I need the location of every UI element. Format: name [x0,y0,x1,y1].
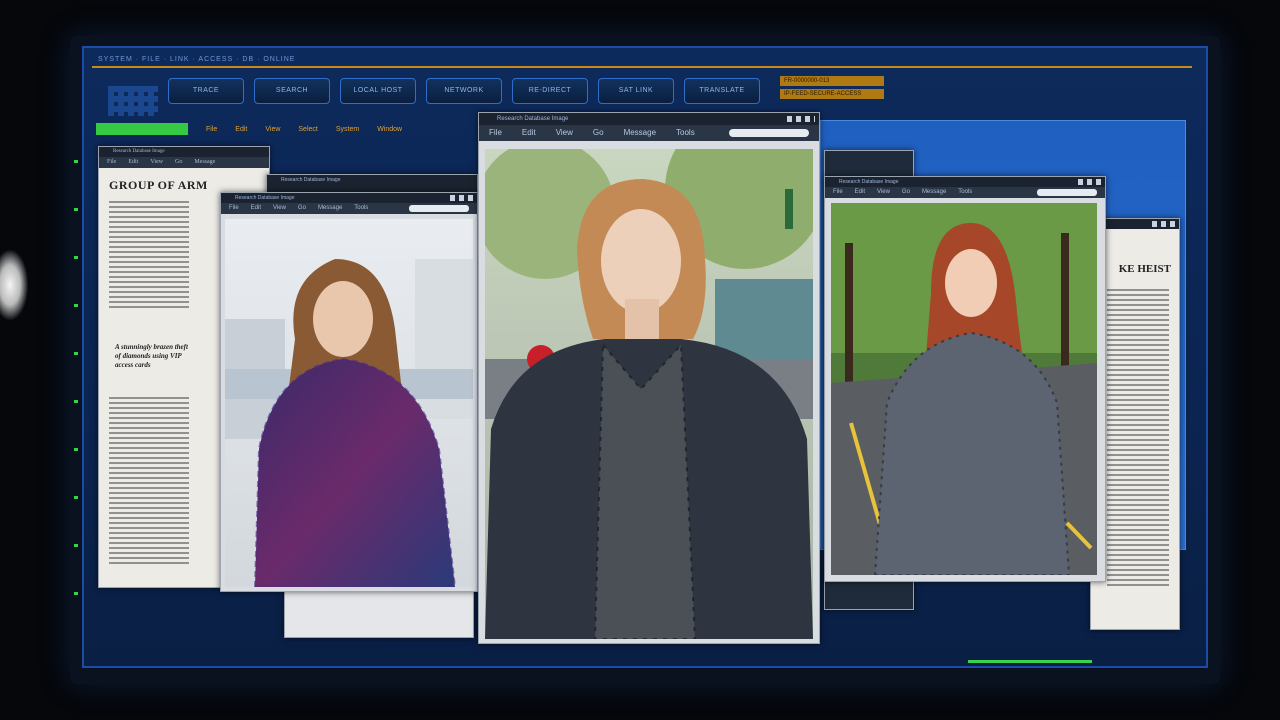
search-input[interactable] [729,129,809,137]
search-input[interactable] [1037,189,1097,196]
light-glare [0,250,28,320]
menu-file[interactable]: File [107,157,116,168]
window-menu: File Edit View Go Message Tools [825,187,1105,198]
sat-link-button[interactable]: SAT LINK [598,78,674,104]
menu-view[interactable]: View [556,125,573,141]
text-column [1107,289,1169,589]
window-titlebar[interactable]: Research Database Image [479,113,819,125]
woman-sweater-image [225,219,473,587]
menu-edit[interactable]: Edit [128,157,138,168]
window-menu: File Edit View Go Message Tools [479,125,819,141]
menu-go[interactable]: Go [298,203,306,214]
top-status-strip: SYSTEM · FILE · LINK · ACCESS · DB · ONL… [92,54,1192,68]
network-button[interactable]: NETWORK [426,78,502,104]
status-indicator [96,123,188,135]
progress-bar-green [968,660,1092,663]
menu-file[interactable]: File [489,125,502,141]
woman-snakeskin-blouse-image [831,203,1097,575]
menu-system[interactable]: System [336,126,359,133]
menu-view[interactable]: View [877,187,890,198]
menu-tools[interactable]: Tools [958,187,972,198]
window-menu: File Edit View Go Message [99,157,269,168]
menu-message[interactable]: Message [318,203,342,214]
menu-go[interactable]: Go [902,187,910,198]
window-titlebar[interactable]: Research Database Image [825,177,1105,187]
window-menu: File Edit View Go Message Tools [221,203,477,214]
newspaper-headline: GROUP OF ARM [109,178,208,192]
menu-edit[interactable]: Edit [235,126,247,133]
portrait-photo [225,219,473,587]
menu-window[interactable]: Window [377,126,402,133]
menu-view[interactable]: View [273,203,286,214]
left-status-dots [74,160,78,640]
menu-message[interactable]: Message [624,125,656,141]
portrait-photo [831,203,1097,575]
menu-select[interactable]: Select [298,126,317,133]
menu-edit[interactable]: Edit [251,203,261,214]
newspaper-subhead: A stunningly brazen theft of diamonds us… [115,343,188,369]
window-titlebar[interactable]: Research Database Image [221,193,477,203]
menu-go[interactable]: Go [593,125,604,141]
window-controls[interactable] [1078,179,1102,185]
menu-tools[interactable]: Tools [676,125,695,141]
woman-cardigan-image [485,149,813,639]
menu-file[interactable]: File [206,126,217,133]
menu-go[interactable]: Go [175,157,182,168]
window-controls[interactable] [1152,221,1176,227]
window-controls[interactable] [787,116,815,122]
text-column [109,397,189,567]
window-titlebar[interactable]: Research Database Image [267,175,477,185]
translate-button[interactable]: TRANSLATE [684,78,760,104]
command-toolbar: TRACE SEARCH LOCAL HOST NETWORK RE-DIREC… [168,78,760,104]
photo-window-1[interactable]: Research Database Image File Edit View G… [220,192,478,592]
menu-file[interactable]: File [229,203,239,214]
newspaper-headline: KE HEIST [1118,263,1171,275]
text-column [109,201,189,311]
window-controls[interactable] [450,195,474,201]
menu-edit[interactable]: Edit [522,125,536,141]
status-tags: FR-0000000-013 IP-FEED-SECURE-ACCESS [780,76,884,99]
menu-message[interactable]: Message [194,157,215,168]
desktop-screen: SYSTEM · FILE · LINK · ACCESS · DB · ONL… [82,46,1208,668]
menu-view[interactable]: View [150,157,163,168]
search-button[interactable]: SEARCH [254,78,330,104]
status-tag: IP-FEED-SECURE-ACCESS [780,89,884,99]
progress-bar-blue [444,666,574,668]
photo-window-main[interactable]: Research Database Image File Edit View G… [478,112,820,644]
portrait-photo [485,149,813,639]
menu-view[interactable]: View [265,126,280,133]
search-input[interactable] [409,205,469,212]
photo-window-3[interactable]: Research Database Image File Edit View G… [824,176,1106,582]
trace-button[interactable]: TRACE [168,78,244,104]
status-tag: FR-0000000-013 [780,76,884,86]
window-titlebar[interactable]: Research Database Image [99,147,269,157]
menu-file[interactable]: File [833,187,843,198]
menu-tools[interactable]: Tools [354,203,368,214]
menu-message[interactable]: Message [922,187,946,198]
grid-icon[interactable] [108,86,158,116]
local-host-button[interactable]: LOCAL HOST [340,78,416,104]
menu-edit[interactable]: Edit [855,187,865,198]
redirect-button[interactable]: RE-DIRECT [512,78,588,104]
